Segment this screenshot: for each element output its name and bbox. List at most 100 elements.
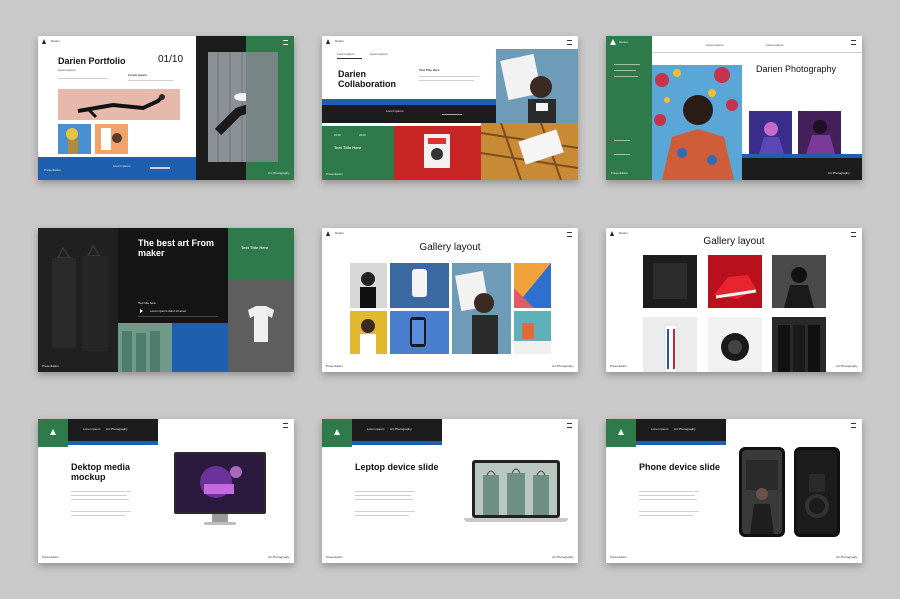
phone-mockup-2	[794, 447, 840, 537]
monitor-mockup	[174, 452, 266, 514]
logo-icon	[50, 429, 56, 435]
tab-1[interactable]: Lorem ipsum	[337, 53, 354, 56]
text-line	[71, 515, 125, 516]
slide-title: Gallery layout	[419, 242, 481, 253]
menu-icon[interactable]	[567, 40, 572, 45]
tab-2[interactable]: Art Photography	[390, 428, 412, 431]
slider-track[interactable]	[442, 114, 462, 115]
subtitle-label: Lorem ipsum	[128, 73, 147, 77]
slide-title: Darien Portfolio	[58, 56, 126, 66]
lorem-label: Lorem ipsum	[58, 68, 76, 72]
brand-label: Darien	[335, 231, 344, 235]
brand-label: Darien	[619, 40, 628, 44]
slide-title: Darien Photography	[756, 64, 837, 74]
logo-icon	[334, 429, 340, 435]
footer-left: Presentation	[610, 555, 627, 559]
gallery-photo-6	[390, 311, 449, 354]
slide-gallery-dark[interactable]: Darien Gallery layout Presentation Art P…	[606, 228, 862, 372]
text-line	[419, 80, 474, 81]
text-line	[639, 495, 695, 496]
photo-portrait-floral	[652, 65, 742, 180]
slide-title: The best art From maker	[138, 238, 215, 259]
list-item: Lorem ipsum dolor sit amet	[150, 309, 187, 313]
tab-1[interactable]: Lorem ipsum	[367, 428, 384, 431]
laptop-screen	[472, 460, 560, 518]
footer-right: Art Photography	[552, 364, 574, 368]
page-number: 01/10	[158, 54, 184, 65]
slide-laptop-mockup[interactable]: Lorem ipsum Art Photography Leptop devic…	[322, 419, 578, 563]
photo-tshirt	[228, 280, 294, 372]
logo-icon	[618, 429, 624, 435]
slide-photography[interactable]: Darien Presentation Lorem ipsum Lorem ip…	[606, 36, 862, 180]
slide-title: Gallery layout	[703, 236, 765, 247]
footer-left: Presentation	[326, 555, 343, 559]
text-line	[71, 495, 127, 496]
logo-icon	[42, 39, 46, 44]
brand-label: Darien	[335, 39, 344, 43]
gallery-photo-5	[708, 317, 762, 372]
lorem-label: Lorem ipsum	[386, 109, 404, 113]
blue-strip	[68, 441, 158, 445]
caption-label: Text title here	[138, 301, 156, 305]
slide-title: Darien Collaboration	[338, 69, 396, 90]
text-line	[639, 491, 699, 492]
slide-desktop-mockup[interactable]: Lorem ipsum Art Photography Dektop media…	[38, 419, 294, 563]
logo-icon	[326, 39, 330, 44]
gallery-photo-1	[643, 255, 697, 308]
photo-green-shirts	[118, 323, 172, 372]
tab-1[interactable]: Lorem ipsum	[83, 428, 100, 431]
gallery-photo-2	[708, 255, 762, 308]
slide-title: Phone device slide	[639, 462, 721, 472]
slide-collaboration[interactable]: Darien Lorem ipsum Lorem ipsum Darien Co…	[322, 36, 578, 180]
slide-phone-mockup[interactable]: Lorem ipsum Art Photography Phone device…	[606, 419, 862, 563]
tab-1[interactable]: Lorem ipsum	[651, 428, 668, 431]
slide-gallery-color[interactable]: Darien Gallery layout Presentation Art P…	[322, 228, 578, 372]
text-line	[419, 76, 479, 77]
gallery-photo-6	[772, 317, 826, 372]
slide-portfolio[interactable]: Darien Darien Portfolio 01/10 Lorem ipsu…	[38, 36, 294, 180]
gallery-photo-4	[643, 317, 697, 372]
menu-icon[interactable]	[283, 423, 288, 428]
tab-2[interactable]: Lorem ipsum	[370, 53, 387, 56]
text-line	[639, 511, 699, 512]
gallery-photo-3	[452, 263, 511, 354]
tag-1: Lorem ipsum	[706, 43, 724, 47]
footer-right: Art Photography	[836, 364, 858, 368]
year-2: 2020	[359, 133, 366, 137]
gallery-photo-3	[772, 255, 826, 308]
footer-right: Art Photography	[828, 171, 850, 175]
menu-icon[interactable]	[567, 232, 572, 237]
green-panel	[228, 228, 294, 280]
gallery-photo-5	[350, 311, 387, 354]
photo-jump	[58, 89, 180, 120]
subtitle-label: Text Title Here	[419, 68, 440, 72]
footer-left: Presentation	[326, 364, 343, 368]
slide-title: Dektop media mockup	[71, 462, 131, 483]
photo-home-portrait	[496, 49, 578, 129]
sidebar-line	[614, 64, 640, 65]
tab-2[interactable]: Art Photography	[106, 428, 128, 431]
play-icon[interactable]	[140, 309, 143, 313]
photo-orange	[95, 124, 128, 154]
slide-best-art[interactable]: The best art From maker Text title here …	[38, 228, 294, 372]
cta-label: Lorem ipsum	[113, 164, 131, 168]
pager-dots	[150, 167, 170, 169]
photo-pick-up	[481, 123, 578, 180]
tab-2[interactable]: Art Photography	[674, 428, 696, 431]
menu-icon[interactable]	[851, 423, 856, 428]
footer-left: Presentation	[42, 555, 59, 559]
blue-band	[38, 157, 196, 180]
monitor-base	[204, 522, 236, 525]
photo-shoes-overlay	[246, 52, 278, 162]
text-line	[639, 515, 693, 516]
laptop-base	[464, 518, 568, 522]
blue-strip	[352, 441, 442, 445]
gallery-photo-7	[514, 311, 551, 354]
header-line	[652, 52, 862, 53]
blue-panel	[172, 323, 228, 372]
menu-icon[interactable]	[851, 40, 856, 45]
monitor-stand	[212, 514, 228, 522]
menu-icon[interactable]	[567, 423, 572, 428]
text-line	[58, 78, 108, 79]
menu-icon[interactable]	[283, 40, 288, 45]
